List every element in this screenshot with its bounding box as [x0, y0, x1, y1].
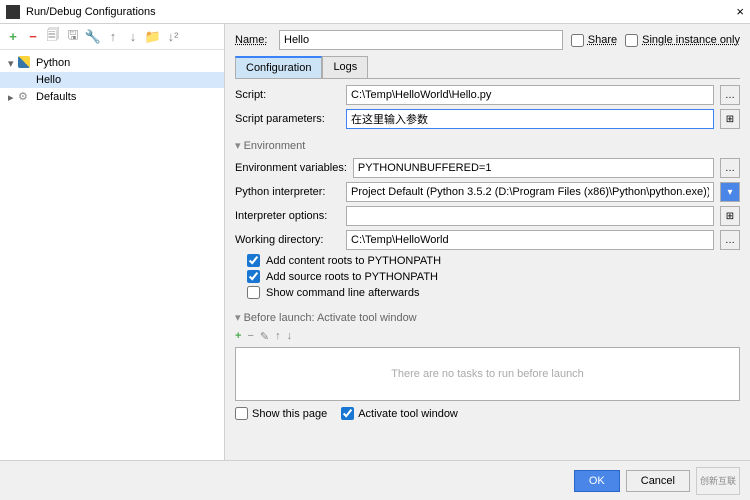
titlebar: Run/Debug Configurations × — [0, 0, 750, 24]
ok-button[interactable]: OK — [574, 470, 620, 492]
tab-bar: Configuration Logs — [235, 56, 740, 79]
env-vars-input[interactable] — [353, 158, 714, 178]
tree-label: Python — [36, 57, 70, 69]
gear-icon: ⚙ — [18, 90, 32, 104]
browse-env-button[interactable]: … — [720, 158, 740, 178]
interpreter-label: Python interpreter: — [235, 186, 340, 198]
env-section-header[interactable]: Environment — [235, 133, 740, 154]
browse-workdir-button[interactable]: … — [720, 230, 740, 250]
interpreter-select[interactable] — [346, 182, 714, 202]
tree-item-python[interactable]: ▾ Python — [0, 54, 224, 72]
save-icon[interactable]: 🖫 — [66, 30, 80, 44]
script-label: Script: — [235, 89, 340, 101]
params-input[interactable] — [346, 109, 714, 129]
name-input[interactable] — [279, 30, 563, 50]
bl-up-icon[interactable]: ↑ — [275, 330, 281, 343]
bl-add-icon[interactable]: + — [235, 330, 241, 343]
sort-icon[interactable]: ↓² — [166, 30, 180, 44]
expand-params-button[interactable]: ⊞ — [720, 109, 740, 129]
python-icon — [18, 56, 30, 68]
before-launch-list: There are no tasks to run before launch — [235, 347, 740, 401]
window-title: Run/Debug Configurations — [26, 6, 736, 18]
params-label: Script parameters: — [235, 113, 340, 125]
workdir-input[interactable] — [346, 230, 714, 250]
add-icon[interactable]: + — [6, 30, 20, 44]
app-icon — [6, 5, 20, 19]
bl-remove-icon[interactable]: − — [247, 330, 253, 343]
add-source-checkbox[interactable] — [247, 270, 260, 283]
workdir-label: Working directory: — [235, 234, 340, 246]
sidebar-toolbar: + − 🗐 🖫 🔧 ↑ ↓ 📁 ↓² — [0, 24, 224, 50]
expand-icon[interactable]: ▸ — [8, 91, 18, 104]
browse-script-button[interactable]: … — [720, 85, 740, 105]
expand-icon[interactable]: ▾ — [8, 57, 18, 70]
tree-label: Hello — [36, 74, 61, 86]
add-source-label: Add source roots to PYTHONPATH — [266, 271, 438, 283]
interp-opts-input[interactable] — [346, 206, 714, 226]
env-vars-label: Environment variables: — [235, 162, 347, 174]
show-cmd-checkbox[interactable] — [247, 286, 260, 299]
script-input[interactable] — [346, 85, 714, 105]
show-page-checkbox[interactable]: Show this page — [235, 407, 327, 420]
interpreter-dropdown-button[interactable]: ▾ — [720, 182, 740, 202]
bl-down-icon[interactable]: ↓ — [287, 330, 293, 343]
close-icon[interactable]: × — [736, 4, 744, 19]
expand-opts-button[interactable]: ⊞ — [720, 206, 740, 226]
remove-icon[interactable]: − — [26, 30, 40, 44]
settings-icon[interactable]: 🔧 — [86, 30, 100, 44]
cancel-button[interactable]: Cancel — [626, 470, 690, 492]
name-label: Name: — [235, 34, 271, 46]
tab-configuration[interactable]: Configuration — [235, 56, 322, 78]
add-content-label: Add content roots to PYTHONPATH — [266, 255, 441, 267]
empty-tasks-label: There are no tasks to run before launch — [391, 368, 584, 380]
tab-logs[interactable]: Logs — [322, 56, 368, 78]
down-icon[interactable]: ↓ — [126, 30, 140, 44]
tree-label: Defaults — [36, 91, 76, 103]
up-icon[interactable]: ↑ — [106, 30, 120, 44]
config-tree: ▾ Python Hello ▸ ⚙ Defaults — [0, 50, 224, 110]
activate-tool-checkbox[interactable]: Activate tool window — [341, 407, 458, 420]
watermark-logo: 创新互联 — [696, 467, 740, 495]
single-instance-checkbox[interactable]: Single instance only — [625, 34, 740, 47]
interp-opts-label: Interpreter options: — [235, 210, 340, 222]
before-launch-header[interactable]: Before launch: Activate tool window — [235, 305, 740, 326]
tree-item-hello[interactable]: Hello — [0, 72, 224, 88]
folder-icon[interactable]: 📁 — [146, 30, 160, 44]
show-cmd-label: Show command line afterwards — [266, 287, 419, 299]
content-panel: Name: Share Single instance only Configu… — [225, 24, 750, 460]
footer: OK Cancel 创新互联 — [0, 460, 750, 500]
tree-item-defaults[interactable]: ▸ ⚙ Defaults — [0, 88, 224, 106]
bl-edit-icon[interactable]: ✎ — [260, 330, 269, 343]
copy-icon[interactable]: 🗐 — [46, 30, 60, 44]
sidebar: + − 🗐 🖫 🔧 ↑ ↓ 📁 ↓² ▾ Python Hello ▸ ⚙ De… — [0, 24, 225, 460]
add-content-checkbox[interactable] — [247, 254, 260, 267]
share-checkbox[interactable]: Share — [571, 34, 617, 47]
